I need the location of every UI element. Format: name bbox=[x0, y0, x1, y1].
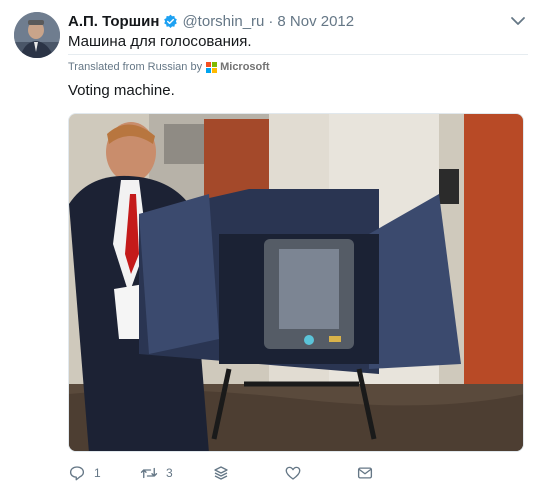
retweet-count: 3 bbox=[166, 466, 173, 480]
reply-button[interactable]: 1 bbox=[68, 464, 101, 482]
message-button[interactable] bbox=[356, 464, 374, 482]
tweet-date[interactable]: 8 Nov 2012 bbox=[277, 13, 354, 30]
translation-label: Translated from Russian by bbox=[68, 61, 203, 73]
translation-divider bbox=[68, 54, 528, 55]
reply-count: 1 bbox=[94, 466, 101, 480]
tweet-photo[interactable] bbox=[68, 113, 524, 452]
stack-icon bbox=[214, 466, 228, 480]
message-icon bbox=[357, 467, 373, 479]
translated-text: Voting machine. bbox=[68, 82, 175, 99]
verified-badge-icon bbox=[164, 14, 178, 28]
author-handle[interactable]: @torshin_ru bbox=[182, 13, 264, 30]
tweet-card: А.П. Торшин @torshin_ru · 8 Nov 2012 Маш… bbox=[0, 0, 542, 494]
retweet-icon bbox=[140, 467, 158, 479]
author-name[interactable]: А.П. Торшин bbox=[68, 13, 159, 30]
translation-attribution: Translated from Russian by Microsoft bbox=[68, 61, 270, 73]
reply-icon bbox=[69, 466, 85, 481]
stack-button[interactable] bbox=[212, 464, 230, 482]
microsoft-logo-icon bbox=[206, 61, 218, 73]
tweet-actions: 1 3 bbox=[68, 460, 508, 488]
separator-dot: · bbox=[268, 12, 274, 30]
avatar-image bbox=[14, 12, 60, 58]
translation-provider: Microsoft bbox=[220, 61, 270, 73]
tweet-header: А.П. Торшин @torshin_ru · 8 Nov 2012 bbox=[68, 11, 528, 31]
like-icon bbox=[285, 466, 301, 480]
like-button[interactable] bbox=[284, 464, 302, 482]
chevron-down-icon[interactable] bbox=[508, 11, 528, 31]
avatar[interactable] bbox=[14, 12, 60, 58]
retweet-button[interactable]: 3 bbox=[140, 464, 173, 482]
tweet-text: Машина для голосования. bbox=[68, 33, 252, 50]
voting-machine-photo bbox=[69, 114, 523, 451]
